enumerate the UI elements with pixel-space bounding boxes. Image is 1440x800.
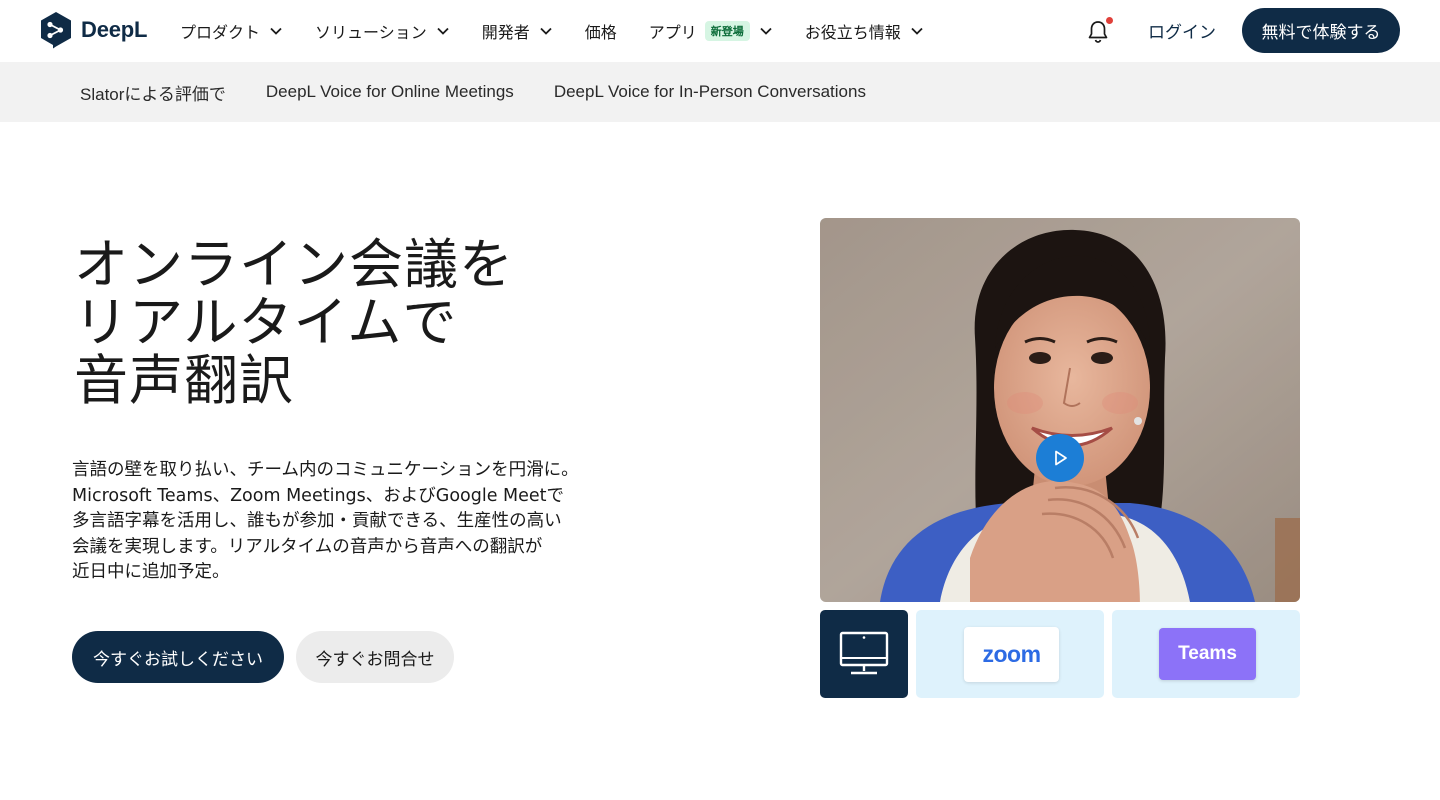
sub-navigation: Slatorによる評価で DeepL Voice for Online Meet… — [0, 62, 1440, 122]
nav-item-resources[interactable]: お役立ち情報 — [805, 19, 924, 43]
hero-description-line: 多言語字幕を活用し、誰もが参加・貢献できる、生産性の高い — [72, 511, 562, 531]
chevron-down-icon — [437, 27, 449, 35]
top-navigation: DeepL プロダクト ソリューション 開発者 価格 アプリ 新登場 お役立ち情… — [0, 0, 1440, 62]
monitor-icon — [839, 631, 889, 675]
nav-item-label: アプリ — [648, 23, 697, 42]
notification-dot — [1106, 17, 1113, 24]
zoom-tile[interactable]: zoom — [916, 610, 1104, 698]
play-icon — [1055, 450, 1067, 466]
nav-item-label: ソリューション — [315, 23, 427, 42]
play-button[interactable] — [1036, 434, 1084, 482]
nav-item-apps[interactable]: アプリ 新登場 — [649, 19, 773, 43]
nav-item-products[interactable]: プロダクト — [180, 19, 283, 43]
free-trial-button[interactable]: 無料で体験する — [1242, 8, 1400, 53]
hero-title-line: 音声翻訳 — [74, 349, 294, 412]
login-link[interactable]: ログイン — [1148, 18, 1216, 43]
hero-description: 言語の壁を取り払い、チーム内のコミュニケーションを円滑に。 Microsoft … — [72, 458, 632, 586]
nav-item-label: 価格 — [584, 23, 617, 42]
main-menu: プロダクト ソリューション 開発者 価格 アプリ 新登場 お役立ち情報 — [180, 0, 924, 62]
notification-bell-button[interactable] — [1086, 17, 1113, 44]
nav-item-label: お役立ち情報 — [804, 23, 901, 42]
video-thumbnail-image — [820, 218, 1300, 602]
chevron-down-icon — [911, 27, 923, 35]
teams-logo-text: Teams — [1178, 643, 1237, 664]
nav-item-solutions[interactable]: ソリューション — [315, 19, 450, 43]
zoom-logo: zoom — [964, 627, 1059, 682]
chevron-down-icon — [760, 27, 772, 35]
desktop-tile[interactable] — [820, 610, 908, 698]
subnav-item-online-meetings[interactable]: DeepL Voice for Online Meetings — [266, 82, 514, 102]
hero-video[interactable] — [820, 218, 1300, 602]
subnav-item-slator[interactable]: Slatorによる評価で — [80, 80, 226, 105]
teams-logo: Teams — [1159, 628, 1256, 680]
teams-tile[interactable]: Teams — [1112, 610, 1300, 698]
logo-text: DeepL — [81, 17, 148, 42]
deepl-logo[interactable]: DeepL — [40, 11, 147, 49]
nav-item-label: プロダクト — [180, 23, 261, 42]
new-badge: 新登場 — [704, 21, 750, 41]
zoom-logo-text: zoom — [982, 641, 1041, 667]
nav-item-developers[interactable]: 開発者 — [482, 19, 553, 43]
contact-us-button[interactable]: 今すぐお問合せ — [296, 631, 454, 683]
chevron-down-icon — [540, 27, 552, 35]
hero-description-line: 会議を実現します。リアルタイムの音声から音声への翻訳が — [72, 536, 543, 557]
hero-title-line: リアルタイムで — [74, 291, 458, 354]
hero-title: オンライン会議を リアルタイムで 音声翻訳 — [74, 236, 674, 410]
chevron-down-icon — [270, 27, 282, 35]
hero-description-line: Microsoft Teams、Zoom Meetings、およびGoogle … — [72, 485, 565, 506]
hero-description-line: 近日中に追加予定。 — [72, 562, 230, 582]
deepl-logo-icon — [41, 12, 71, 49]
try-now-button[interactable]: 今すぐお試しください — [72, 631, 284, 683]
nav-item-pricing[interactable]: 価格 — [585, 19, 617, 43]
hero-description-line: 言語の壁を取り払い、チーム内のコミュニケーションを円滑に。 — [72, 460, 579, 480]
nav-item-label: 開発者 — [481, 23, 530, 42]
subnav-item-in-person[interactable]: DeepL Voice for In-Person Conversations — [554, 82, 866, 102]
hero-title-line: オンライン会議を — [74, 233, 514, 296]
